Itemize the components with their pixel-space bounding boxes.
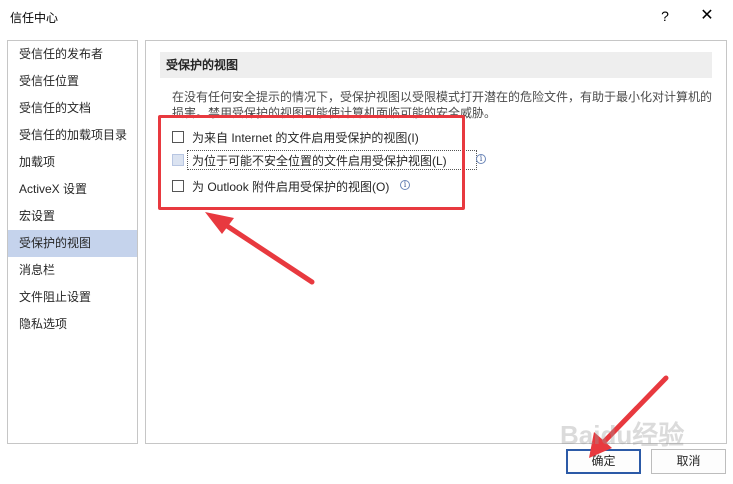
sidebar-item-trusted-documents[interactable]: 受信任的文档 — [8, 95, 137, 122]
sidebar-item-protected-view[interactable]: 受保护的视图 — [8, 230, 137, 257]
sidebar-item-trusted-publishers[interactable]: 受信任的发布者 — [8, 41, 137, 68]
title-bar: 信任中心 ? ✕ — [0, 0, 733, 34]
sidebar-item-activex[interactable]: ActiveX 设置 — [8, 176, 137, 203]
sidebar-item-macro-settings[interactable]: 宏设置 — [8, 203, 137, 230]
main-panel: 受保护的视图 在没有任何安全提示的情况下，受保护视图以受限模式打开潜在的危险文件… — [145, 40, 727, 444]
ok-button[interactable]: 确定 — [566, 449, 641, 474]
info-icon[interactable]: i — [476, 154, 486, 164]
help-button[interactable]: ? — [655, 6, 675, 26]
sidebar: 受信任的发布者 受信任位置 受信任的文档 受信任的加载项目录 加载项 Activ… — [7, 40, 138, 444]
sidebar-item-message-bar[interactable]: 消息栏 — [8, 257, 137, 284]
sidebar-item-trusted-locations[interactable]: 受信任位置 — [8, 68, 137, 95]
sidebar-item-file-block[interactable]: 文件阻止设置 — [8, 284, 137, 311]
annotation-highlight-box — [158, 115, 465, 210]
cancel-button[interactable]: 取消 — [651, 449, 726, 474]
sidebar-item-addins[interactable]: 加载项 — [8, 149, 137, 176]
close-button[interactable]: ✕ — [695, 6, 719, 26]
sidebar-item-privacy[interactable]: 隐私选项 — [8, 311, 137, 338]
window-title: 信任中心 — [10, 11, 59, 25]
sidebar-item-trusted-addin-catalogs[interactable]: 受信任的加载项目录 — [8, 122, 137, 149]
section-title: 受保护的视图 — [160, 52, 712, 78]
